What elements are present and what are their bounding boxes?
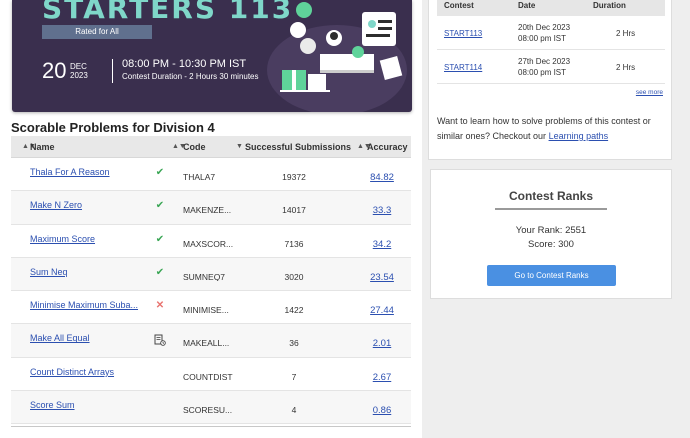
table-row: Sum Neq ✔ SUMNEQ7 3020 23.54 xyxy=(11,257,411,292)
contest-date-day: 20th Dec 2023 xyxy=(518,23,571,32)
contest-date-time: 08:00 pm IST xyxy=(518,34,567,43)
submission-count: 14017 xyxy=(282,205,306,216)
problem-name-link[interactable]: Thala For A Reason xyxy=(30,168,150,177)
learn-paths-description: Want to learn how to solve problems of t… xyxy=(437,116,651,141)
submission-count: 4 xyxy=(291,405,297,416)
attempted-doc-icon-svg xyxy=(154,334,166,347)
rated-badge: Rated for All xyxy=(42,25,152,39)
contest-link[interactable]: START114 xyxy=(444,63,482,72)
learn-paths-text: Want to learn how to solve problems of t… xyxy=(437,114,665,144)
table-row: Score Sum SCORESU... 4 0.86 xyxy=(11,391,411,425)
left-column: STARTERS 113 Rated for All 20 DEC 2023 0… xyxy=(0,0,422,438)
see-more-link[interactable]: see more xyxy=(636,89,663,96)
your-score: Score: 300 xyxy=(528,239,574,250)
contest-row: START113 20th Dec 2023 08:00 pm IST 2 Hr… xyxy=(437,16,665,50)
submission-count: 19372 xyxy=(282,172,306,182)
accuracy-link[interactable]: 2.67 xyxy=(359,373,405,383)
accuracy-link[interactable]: 0.86 xyxy=(359,406,405,416)
problem-code: SCORESU... xyxy=(183,406,233,415)
table-row: Maximum Score ✔ MAXSCOR... 7136 34.2 xyxy=(11,224,411,258)
banner-title: STARTERS 113 xyxy=(42,0,294,25)
header-code[interactable]: Code xyxy=(183,136,206,158)
problem-name-link[interactable]: Sum Neq xyxy=(30,268,150,277)
ranks-title-underline xyxy=(495,208,607,210)
table-header: ▲▼ Name ▲▼ Code ▼ Successful Submissions… xyxy=(11,136,411,158)
problem-name-link[interactable]: Make All Equal xyxy=(30,334,150,343)
check-icon: ✔ xyxy=(155,233,165,245)
banner-separator xyxy=(112,59,113,83)
problem-name-link[interactable]: Make N Zero xyxy=(30,201,150,210)
contest-link[interactable]: START113 xyxy=(444,29,482,38)
table-row: Count Distinct Arrays COUNTDIST 7 2.67 xyxy=(11,357,411,392)
banner-time: 08:00 PM - 10:30 PM IST xyxy=(122,58,247,70)
table-row: Make All Equal MAKEALL... 36 2.01 xyxy=(11,324,411,358)
header-contest: Contest xyxy=(444,1,474,10)
problem-code: COUNTDIST xyxy=(183,372,233,382)
header-duration: Duration xyxy=(593,1,626,10)
problems-table: ▲▼ Name ▲▼ Code ▼ Successful Submissions… xyxy=(11,136,411,425)
table-row: Minimise Maximum Suba... ✕ MINIMISE... 1… xyxy=(11,291,411,325)
check-icon: ✔ xyxy=(155,167,165,178)
check-icon: ✔ xyxy=(155,200,165,212)
problem-code: SUMNEQ7 xyxy=(183,272,226,282)
cross-icon: ✕ xyxy=(155,300,165,312)
problem-code: MAKEALL... xyxy=(183,339,230,348)
sort-desc-icon[interactable]: ▼ xyxy=(236,136,243,158)
ranks-title: Contest Ranks xyxy=(508,189,594,203)
header-date: Date xyxy=(518,1,536,10)
problem-name-link[interactable]: Score Sum xyxy=(30,401,150,410)
submission-count: 36 xyxy=(289,338,299,349)
problem-name-link[interactable]: Count Distinct Arrays xyxy=(30,368,150,377)
banner-month: DEC xyxy=(70,62,87,71)
attempted-doc-icon xyxy=(153,334,167,349)
banner-illustration xyxy=(267,2,407,112)
problem-code: THALA7 xyxy=(183,173,216,182)
accuracy-link[interactable]: 84.82 xyxy=(359,173,405,183)
table-bottom-border xyxy=(11,426,411,427)
table-row: Make N Zero ✔ MAKENZE... 14017 33.3 xyxy=(11,191,411,225)
accuracy-link[interactable]: 2.01 xyxy=(359,339,405,349)
accuracy-link[interactable]: 33.3 xyxy=(359,206,405,216)
header-accuracy[interactable]: Accuracy xyxy=(367,136,408,158)
table-row: Thala For A Reason ✔ THALA7 19372 84.82 xyxy=(11,158,411,192)
accuracy-link[interactable]: 34.2 xyxy=(359,240,405,250)
submission-count: 7 xyxy=(291,371,297,382)
contest-date-day: 27th Dec 2023 xyxy=(518,57,571,66)
banner-duration: Contest Duration - 2 Hours 30 minutes xyxy=(122,72,259,81)
contest-banner: STARTERS 113 Rated for All 20 DEC 2023 0… xyxy=(12,0,412,112)
problem-name-link[interactable]: Minimise Maximum Suba... xyxy=(30,301,150,310)
your-rank: Your Rank: 2551 xyxy=(515,225,587,236)
check-icon: ✔ xyxy=(155,266,165,278)
contest-duration: 2 Hrs xyxy=(616,63,636,72)
contest-date: 20th Dec 2023 08:00 pm IST xyxy=(518,22,570,44)
banner-year: 2023 xyxy=(70,71,88,80)
accuracy-link[interactable]: 27.44 xyxy=(359,306,405,316)
banner-day: 20 xyxy=(42,58,67,83)
go-to-contest-ranks-button[interactable]: Go to Contest Ranks xyxy=(487,265,616,286)
contest-schedule-panel: Contest Date Duration START113 20th Dec … xyxy=(428,0,672,160)
submission-count: 1422 xyxy=(284,305,304,316)
learning-paths-link[interactable]: Learning paths xyxy=(549,131,609,141)
right-empty-area xyxy=(430,306,672,438)
problem-code: MAKENZE... xyxy=(183,206,232,215)
submission-count: 7136 xyxy=(284,238,304,249)
contest-row: START114 27th Dec 2023 08:00 pm IST 2 Hr… xyxy=(437,50,665,84)
contest-date-time: 08:00 pm IST xyxy=(518,68,567,77)
contest-duration: 2 Hrs xyxy=(616,29,636,38)
header-submissions[interactable]: Successful Submissions xyxy=(245,136,351,158)
accuracy-link[interactable]: 23.54 xyxy=(359,273,405,283)
banner-month-year: DEC 2023 xyxy=(70,62,88,80)
header-name[interactable]: Name xyxy=(30,136,55,158)
contest-ranks-panel: Contest Ranks Your Rank: 2551 Score: 300… xyxy=(430,169,672,299)
section-title: Scorable Problems for Division 4 xyxy=(11,120,215,135)
problem-name-link[interactable]: Maximum Score xyxy=(30,235,150,244)
submission-count: 3020 xyxy=(284,271,304,282)
contest-date: 27th Dec 2023 08:00 pm IST xyxy=(518,56,570,78)
problem-code: MAXSCOR... xyxy=(183,239,234,249)
problem-code: MINIMISE... xyxy=(183,306,229,315)
contest-table-header: Contest Date Duration xyxy=(437,0,665,16)
